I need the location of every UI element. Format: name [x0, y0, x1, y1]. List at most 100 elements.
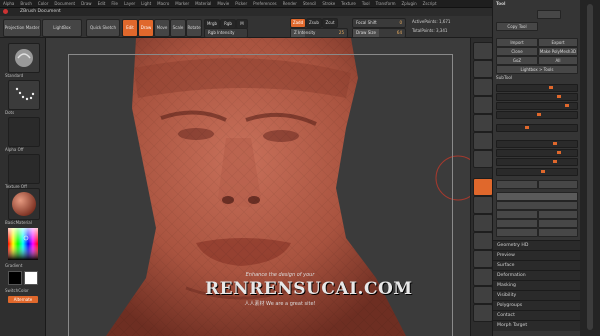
tray-slider-2[interactable]: [496, 93, 578, 101]
tray-row-button-8[interactable]: [538, 219, 578, 228]
menu-item[interactable]: Tool: [359, 0, 373, 6]
menu-item[interactable]: Render: [280, 0, 300, 6]
tray-row-button-3[interactable]: [496, 192, 578, 201]
menu-item[interactable]: Zplugin: [399, 0, 420, 6]
edit-button[interactable]: Edit: [122, 19, 138, 37]
scroll-icon[interactable]: [473, 78, 493, 96]
projection-master-button[interactable]: Projection Master: [3, 19, 41, 37]
quick-sketch-button[interactable]: Quick Sketch: [86, 19, 120, 37]
menu-item[interactable]: Preferences: [250, 0, 280, 6]
persp-icon[interactable]: [473, 150, 493, 168]
draw-button[interactable]: Draw: [138, 19, 154, 37]
spix-icon[interactable]: [473, 60, 493, 78]
brush-tile[interactable]: [8, 43, 40, 73]
switch-color-label[interactable]: SwitchColor: [5, 288, 41, 293]
menu-item[interactable]: Macro: [154, 0, 172, 6]
tray-row-2-value[interactable]: Make PolyMesh3D: [538, 47, 578, 56]
actual-icon[interactable]: [473, 114, 493, 132]
texture-tile[interactable]: [8, 154, 40, 184]
z-intensity-value: 25: [338, 30, 344, 35]
tray-row-3-value[interactable]: All: [538, 56, 578, 65]
secondary-color-swatch[interactable]: [24, 271, 38, 285]
tray-slider-1[interactable]: [496, 84, 578, 92]
main-color-swatch[interactable]: [8, 271, 22, 285]
right-shelf: [470, 38, 493, 336]
rotate-view-icon[interactable]: [473, 232, 493, 250]
frame-icon[interactable]: [473, 178, 493, 196]
transp-icon[interactable]: [473, 268, 493, 286]
menu-item[interactable]: Material: [192, 0, 214, 6]
tray-row-2[interactable]: Clone: [496, 47, 538, 56]
material-tile[interactable]: [8, 188, 40, 220]
tray-slider-9[interactable]: [496, 168, 578, 176]
move-button[interactable]: Move: [154, 19, 170, 37]
draw-size-slider[interactable]: Draw Size 64: [352, 28, 406, 38]
tray-row-1[interactable]: Import: [496, 38, 538, 47]
menu-item[interactable]: Stroke: [319, 0, 338, 6]
scrollbar-thumb[interactable]: [587, 4, 593, 330]
tray-slider-5[interactable]: [496, 124, 578, 132]
menu-item[interactable]: Stencil: [300, 0, 320, 6]
stroke-tile[interactable]: [8, 80, 40, 110]
z-intensity-slider[interactable]: Z Intensity 25: [290, 28, 348, 38]
section-morph-target[interactable]: Morph Target: [493, 320, 580, 331]
tray-row-4[interactable]: Lightbox > Tools: [496, 65, 578, 74]
menu-item[interactable]: Brush: [17, 0, 35, 6]
tray-row-button-2[interactable]: [538, 180, 578, 189]
tray-row-button-1[interactable]: [496, 180, 538, 189]
close-icon[interactable]: [3, 9, 8, 14]
zadd-button[interactable]: Zadd: [290, 18, 306, 28]
rgb-intensity-slider[interactable]: Rgb Intensity: [204, 28, 248, 38]
menu-item[interactable]: Marker: [172, 0, 192, 6]
tray-row-button-9[interactable]: [496, 228, 538, 237]
menu-item[interactable]: Texture: [338, 0, 359, 6]
tray-row-button-7[interactable]: [496, 219, 538, 228]
watermark-line3: 人人素材 We are a great site!: [244, 301, 316, 307]
menu-item[interactable]: Draw: [78, 0, 94, 6]
tray-slider-7[interactable]: [496, 149, 578, 157]
zcut-button[interactable]: Zcut: [322, 18, 338, 28]
color-picker[interactable]: [8, 228, 38, 260]
menu-item[interactable]: Picker: [232, 0, 250, 6]
tray-slider-4[interactable]: [496, 111, 578, 119]
menu-item[interactable]: Zscript: [420, 0, 440, 6]
tray-row-0[interactable]: Copy Tool: [496, 22, 538, 31]
aahalf-icon[interactable]: [473, 132, 493, 150]
polyf-icon[interactable]: [473, 250, 493, 268]
bpr-render-icon[interactable]: [473, 42, 493, 60]
scale-view-icon[interactable]: [473, 214, 493, 232]
tray-row-button-10[interactable]: [538, 228, 578, 237]
menu-item[interactable]: File: [108, 0, 121, 6]
tray-row-button-6[interactable]: [538, 210, 578, 219]
menu-item[interactable]: Transform: [373, 0, 399, 6]
tray-slider-3[interactable]: [496, 102, 578, 110]
menu-item[interactable]: Color: [35, 0, 51, 6]
menu-item[interactable]: Alpha: [0, 0, 17, 6]
menu-item[interactable]: Document: [51, 0, 78, 6]
tray-button-1[interactable]: [537, 10, 561, 19]
menu-item[interactable]: Movie: [214, 0, 232, 6]
tray-row-button-5[interactable]: [496, 210, 538, 219]
rotate-button[interactable]: Rotate: [186, 19, 202, 37]
tray-slider-8[interactable]: [496, 158, 578, 166]
watermark-logo: RENRENSUCAI.COM: [205, 279, 413, 299]
zsub-button[interactable]: Zsub: [306, 18, 322, 28]
move-view-icon[interactable]: [473, 196, 493, 214]
tray-row-button-4[interactable]: [496, 201, 578, 210]
focal-shift-slider[interactable]: Focal Shift 0: [352, 18, 406, 28]
tray-scrollbar[interactable]: [580, 0, 600, 336]
alpha-tile[interactable]: [8, 117, 40, 147]
menu-item[interactable]: Layer: [121, 0, 138, 6]
zoom-icon[interactable]: [473, 96, 493, 114]
tray-row-3[interactable]: GoZ: [496, 56, 538, 65]
tray-slider-6[interactable]: [496, 140, 578, 148]
scale-button[interactable]: Scale: [170, 19, 186, 37]
menu-item[interactable]: Light: [138, 0, 154, 6]
alternate-button[interactable]: Alternate: [8, 296, 38, 303]
lightbox-button[interactable]: LightBox: [42, 19, 82, 37]
tray-row-1-value[interactable]: Export: [538, 38, 578, 47]
brush-label: Standard: [5, 73, 24, 78]
menu-item[interactable]: Edit: [95, 0, 109, 6]
ghost-icon[interactable]: [473, 286, 493, 304]
solo-icon[interactable]: [473, 304, 493, 322]
